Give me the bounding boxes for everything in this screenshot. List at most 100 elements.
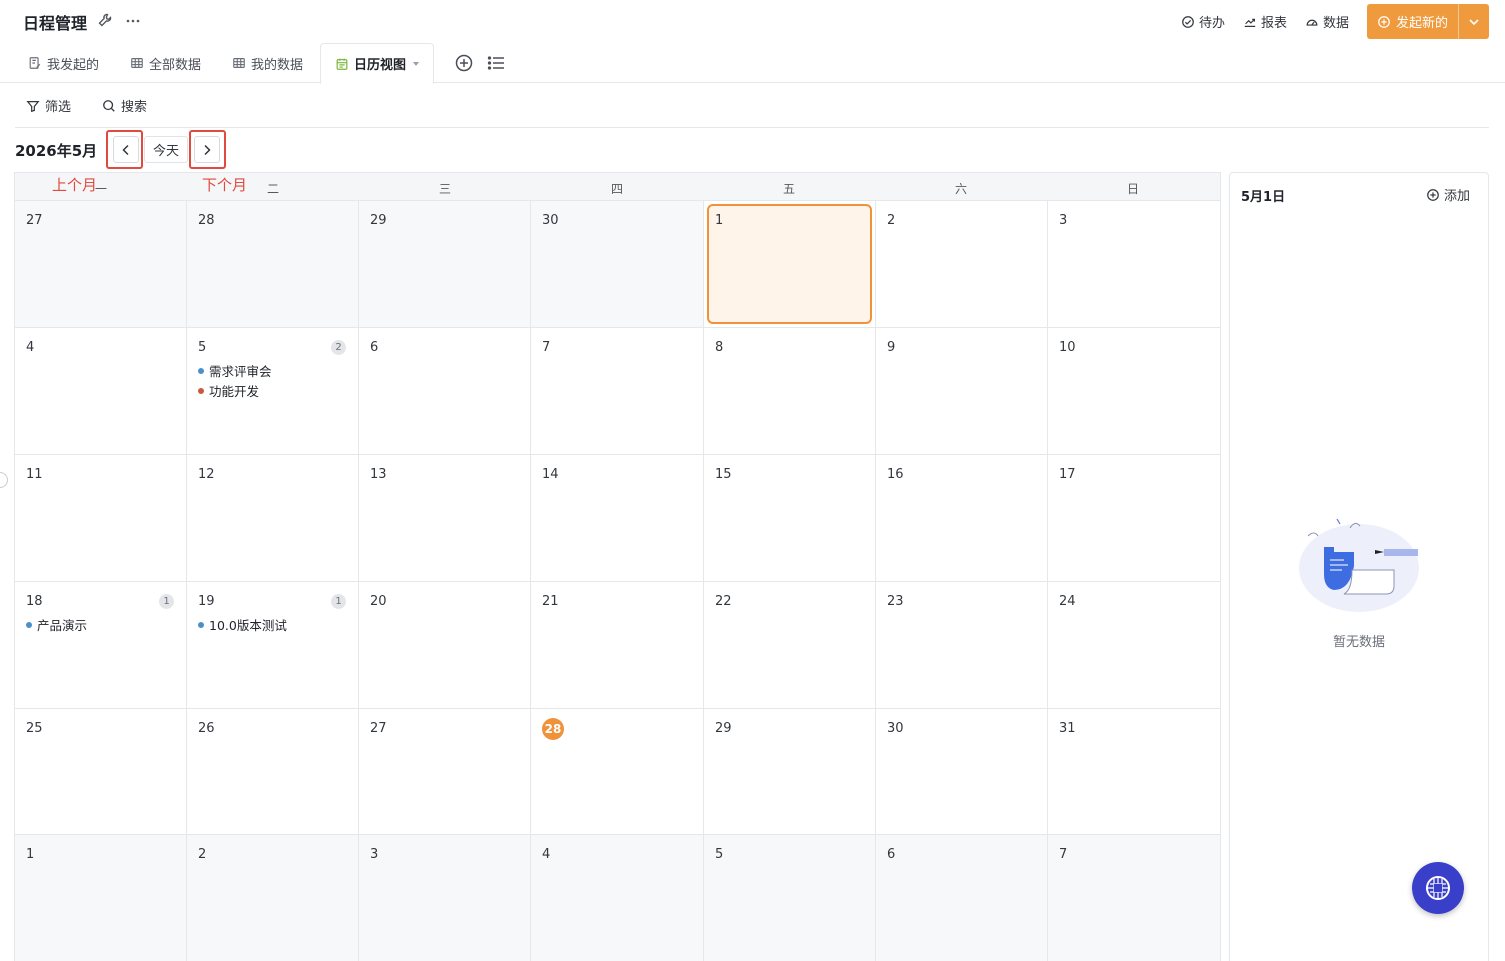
day-detail-panel: 5月1日 添加 暂无数据 — [1229, 172, 1489, 961]
day-cell[interactable]: 5 2 需求评审会 功能开发 — [187, 328, 359, 455]
weekday-label: 三 — [438, 182, 451, 196]
today-button[interactable]: 今天 — [144, 136, 188, 163]
day-cell[interactable]: 11 — [15, 455, 187, 582]
ai-assistant-button[interactable] — [1412, 862, 1464, 914]
data-link[interactable]: 数据 — [1305, 12, 1349, 31]
day-cell[interactable]: 7 — [531, 328, 704, 455]
next-month-button[interactable] — [194, 136, 220, 163]
day-cell[interactable]: 19 1 10.0版本测试 — [187, 582, 359, 709]
day-cell[interactable]: 6 — [359, 328, 531, 455]
event-item[interactable]: 功能开发 — [198, 381, 259, 400]
day-number: 30 — [542, 213, 559, 228]
search-icon — [103, 99, 115, 112]
today-marker: 28 — [542, 718, 564, 740]
day-cell[interactable]: 8 — [704, 328, 876, 455]
tab-my-data[interactable]: 我的数据 — [232, 43, 303, 83]
day-cell[interactable]: 28 — [187, 201, 359, 328]
add-event-button[interactable]: 添加 — [1426, 185, 1470, 204]
day-cell[interactable]: 20 — [359, 582, 531, 709]
launch-dropdown-button[interactable] — [1458, 4, 1489, 39]
day-number: 28 — [198, 213, 215, 228]
report-label: 报表 — [1260, 16, 1287, 31]
plus-circle-icon — [1378, 15, 1390, 28]
day-cell-selected[interactable]: 1 — [704, 201, 876, 328]
event-item[interactable]: 需求评审会 — [198, 361, 272, 380]
event-item[interactable]: 10.0版本测试 — [198, 615, 287, 634]
day-cell[interactable]: 25 — [15, 709, 187, 835]
day-number: 5 — [198, 340, 207, 355]
day-number: 16 — [887, 467, 904, 482]
list-menu-icon[interactable] — [486, 53, 506, 73]
search-label: 搜索 — [121, 100, 148, 115]
day-number: 7 — [542, 340, 551, 355]
event-dot — [198, 387, 204, 394]
empty-state-text: 暂无数据 — [1332, 635, 1385, 650]
weekday-header: 一 二 三 四 五 六 日 — [15, 173, 1220, 201]
tab-all-data[interactable]: 全部数据 — [130, 43, 201, 83]
search-button[interactable]: 搜索 — [102, 96, 147, 115]
event-dot — [198, 621, 204, 628]
event-title: 10.0版本测试 — [209, 618, 287, 633]
day-cell[interactable]: 3 — [1048, 201, 1220, 328]
todo-link[interactable]: 待办 — [1181, 12, 1225, 31]
tab-my-initiated[interactable]: 我发起的 — [28, 43, 99, 83]
day-number: 8 — [715, 340, 724, 355]
launch-button-group: 发起新的 — [1366, 4, 1489, 39]
day-cell[interactable]: 27 — [15, 201, 187, 328]
event-dot — [198, 367, 204, 374]
day-cell[interactable]: 5 — [704, 835, 876, 961]
day-cell[interactable]: 24 — [1048, 582, 1220, 709]
caret-down-icon[interactable] — [413, 61, 420, 66]
more-icon[interactable] — [125, 12, 143, 30]
day-cell[interactable]: 17 — [1048, 455, 1220, 582]
day-cell[interactable]: 4 — [15, 328, 187, 455]
day-cell[interactable]: 6 — [876, 835, 1048, 961]
day-number: 4 — [26, 340, 35, 355]
plus-circle-icon — [1427, 188, 1439, 201]
event-item[interactable]: 产品演示 — [26, 615, 87, 634]
day-cell[interactable]: 12 — [187, 455, 359, 582]
day-cell[interactable]: 7 — [1048, 835, 1220, 961]
day-cell[interactable]: 27 — [359, 709, 531, 835]
day-cell[interactable]: 2 — [876, 201, 1048, 328]
day-cell[interactable]: 29 — [704, 709, 876, 835]
day-cell[interactable]: 13 — [359, 455, 531, 582]
calendar-icon — [336, 58, 348, 70]
day-cell[interactable]: 30 — [876, 709, 1048, 835]
day-cell[interactable]: 30 — [531, 201, 704, 328]
day-cell[interactable]: 2 — [187, 835, 359, 961]
day-cell[interactable]: 15 — [704, 455, 876, 582]
filter-button[interactable]: 筛选 — [26, 96, 71, 115]
day-number: 14 — [542, 467, 559, 482]
day-number: 22 — [715, 594, 732, 609]
weekday-label: 四 — [610, 182, 623, 196]
day-cell[interactable]: 4 — [531, 835, 704, 961]
wrench-icon[interactable] — [97, 12, 115, 30]
chevron-right-icon — [204, 144, 211, 155]
day-cell[interactable]: 9 — [876, 328, 1048, 455]
day-cell[interactable]: 1 — [15, 835, 187, 961]
day-cell[interactable]: 29 — [359, 201, 531, 328]
day-cell[interactable]: 18 1 产品演示 — [15, 582, 187, 709]
launch-new-button[interactable]: 发起新的 — [1367, 4, 1458, 39]
day-number: 4 — [542, 847, 551, 862]
day-cell-today[interactable]: 28 — [531, 709, 704, 835]
day-number: 9 — [887, 340, 896, 355]
day-number: 2 — [198, 847, 207, 862]
day-number: 18 — [26, 594, 43, 609]
day-cell[interactable]: 23 — [876, 582, 1048, 709]
day-cell[interactable]: 31 — [1048, 709, 1220, 835]
collapse-handle[interactable] — [0, 472, 8, 488]
day-cell[interactable]: 26 — [187, 709, 359, 835]
day-cell[interactable]: 16 — [876, 455, 1048, 582]
day-cell[interactable]: 22 — [704, 582, 876, 709]
report-link[interactable]: 报表 — [1243, 12, 1287, 31]
day-cell[interactable]: 14 — [531, 455, 704, 582]
prev-month-button[interactable] — [113, 136, 139, 163]
day-cell[interactable]: 3 — [359, 835, 531, 961]
edit-doc-icon — [29, 57, 41, 69]
day-cell[interactable]: 21 — [531, 582, 704, 709]
day-cell[interactable]: 10 — [1048, 328, 1220, 455]
add-view-icon[interactable] — [454, 53, 474, 73]
tab-calendar-view[interactable]: 日历视图 — [320, 43, 435, 84]
